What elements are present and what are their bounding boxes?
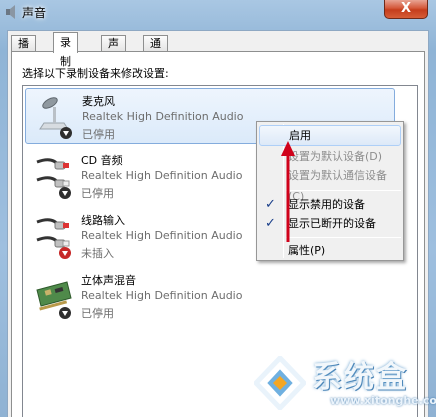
menu-item-label: 设置为默认设备(D) [288,150,383,163]
close-button[interactable]: X [384,0,428,19]
menu-item-label: 显示禁用的设备 [288,198,365,211]
tab-recording[interactable]: 录制 [53,32,78,68]
device-name: CD 音频 [81,154,123,167]
tab-sounds[interactable]: 声音 [101,35,126,66]
speaker-icon [6,5,15,19]
rca-cable-icon [36,218,71,259]
device-driver: Realtek High Definition Audio [81,169,243,182]
title-bar: 声音 X [0,0,436,24]
instruction-text: 选择以下录制设备来修改设置: [22,67,169,80]
watermark-brand: 系统盒 [312,360,408,395]
microphone-icon [39,97,72,139]
checkmark-icon: ✓ [265,197,276,212]
watermark: 系统盒 www.xitonghe.com [248,350,436,417]
device-status: 已停用 [81,187,114,200]
device-status: 已停用 [82,128,115,141]
menu-separator [286,237,401,238]
menu-separator [286,190,401,191]
device-status: 已停用 [81,307,114,320]
window-title: 声音 [22,6,47,20]
sound-card-icon [36,281,72,319]
device-driver: Realtek High Definition Audio [81,229,243,242]
device-name: 立体声混音 [81,274,136,287]
annotation-arrow-icon [281,141,295,242]
device-status: 未插入 [81,247,114,260]
device-name: 麦克风 [82,95,115,108]
device-driver: Realtek High Definition Audio [82,110,244,123]
xitonghe-logo-icon [254,356,306,410]
tab-communications[interactable]: 通信 [143,35,168,66]
menu-item-label: 属性(P) [288,244,326,257]
checkmark-icon: ✓ [265,216,276,231]
menu-item-label: 显示已断开的设备 [288,217,376,230]
tab-playback[interactable]: 播放 [11,35,36,66]
device-driver: Realtek High Definition Audio [81,289,243,302]
watermark-url: www.xitonghe.com [330,394,436,407]
rca-cable-icon [36,158,71,199]
device-name: 线路输入 [81,214,125,227]
device-item-stereo-mix[interactable]: 立体声混音 Realtek High Definition Audio 已停用 [25,268,395,324]
